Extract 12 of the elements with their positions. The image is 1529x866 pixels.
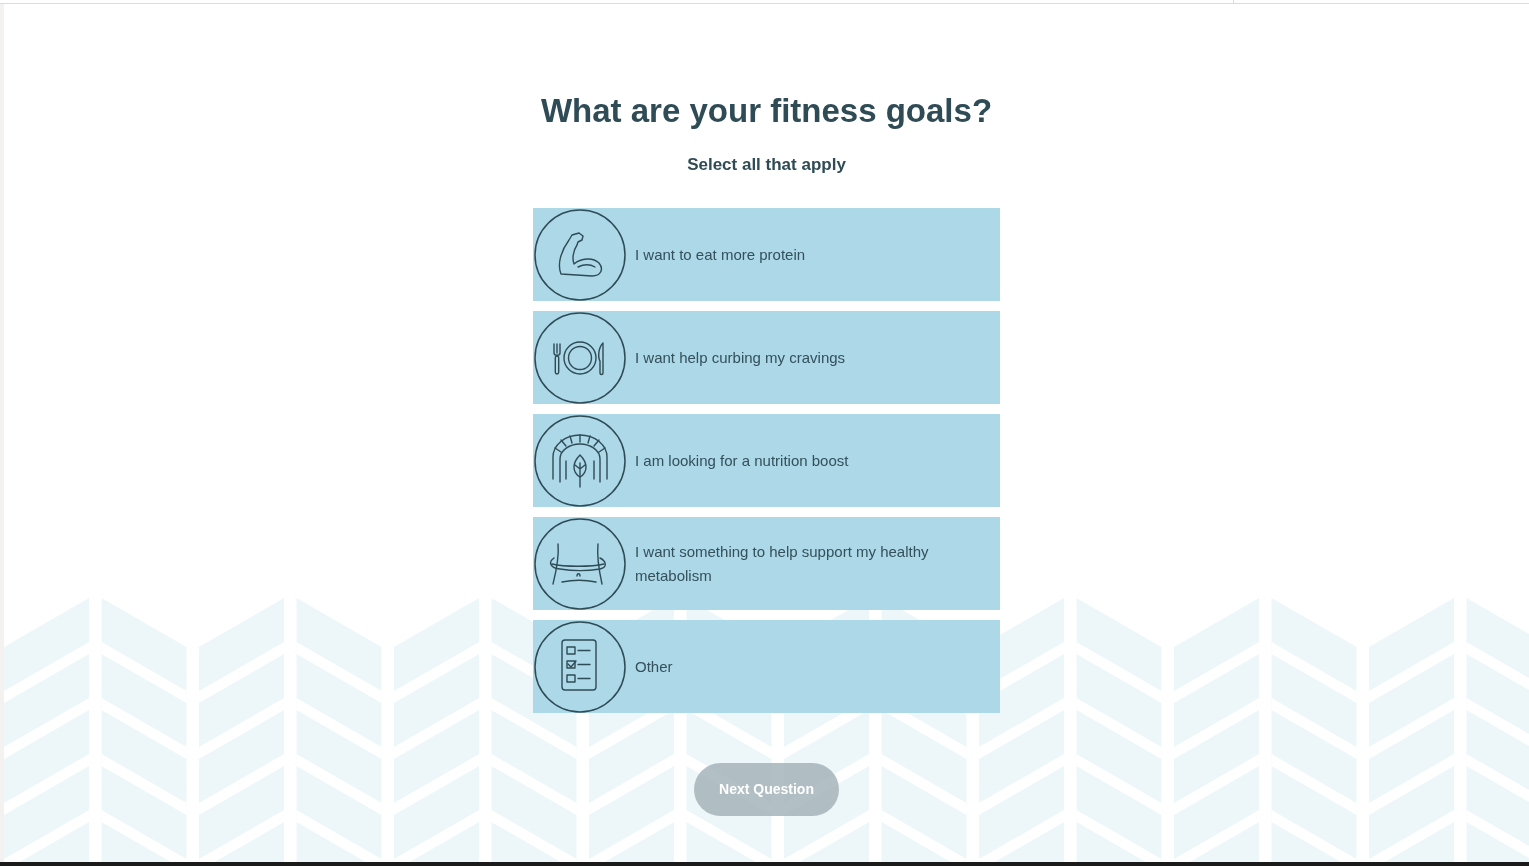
flexed-arm-icon [534, 208, 626, 301]
question-subtitle: Select all that apply [687, 154, 846, 176]
goal-option[interactable]: I want help curbing my cravings [533, 311, 1000, 404]
waist-tape-icon [534, 517, 626, 610]
question-title: What are your fitness goals? [540, 91, 993, 131]
goal-option[interactable]: Other [533, 620, 1000, 713]
goal-option[interactable]: I want something to help support my healthy metabolism [533, 517, 1000, 610]
checklist-icon [534, 620, 626, 713]
arch-leaf-icon [534, 414, 626, 507]
plate-fork-knife-icon [534, 311, 626, 404]
goal-option[interactable]: I want to eat more protein [533, 208, 1000, 301]
goal-option[interactable]: I am looking for a nutrition boost [533, 414, 1000, 507]
